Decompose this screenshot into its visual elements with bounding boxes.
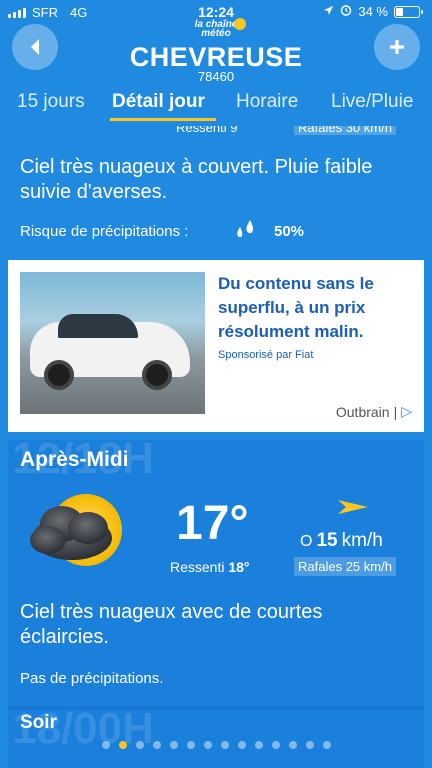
afternoon-card: 12/18H Après-Midi 17° Ressenti 18° O 15 … — [8, 434, 424, 710]
page-dot[interactable] — [220, 741, 229, 749]
page-dot[interactable] — [135, 741, 144, 749]
status-right: 34 % — [323, 4, 423, 19]
afternoon-ressenti: Ressenti 18° — [170, 559, 250, 575]
scroll-content[interactable]: Ressenti 9 Rafales 30 km/h Ciel très nua… — [8, 126, 424, 768]
morning-description: Ciel très nuageux à couvert. Pluie faibl… — [20, 156, 373, 203]
page-dot[interactable] — [118, 741, 127, 749]
tab-bar: 15 jours Détail jour Horaire Live/Pluie — [0, 88, 432, 122]
tab-live-pluie[interactable]: Live/Pluie — [331, 91, 413, 113]
ressenti-value: 18° — [228, 559, 250, 575]
morning-cut-row: Ressenti 9 Rafales 30 km/h — [8, 126, 424, 138]
cloudy-sun-icon — [30, 494, 122, 566]
precip-label: Risque de précipitations : — [20, 223, 189, 240]
evening-card: 18/00H Soir — [8, 704, 424, 768]
postcode: 78460 — [197, 69, 235, 84]
wind-direction-arrow-icon — [338, 500, 368, 514]
page-dot[interactable] — [152, 741, 161, 749]
active-tab-indicator — [110, 118, 216, 121]
afternoon-temperature: 17° — [176, 497, 249, 550]
page-indicator[interactable] — [0, 741, 432, 751]
afternoon-rafales: Rafales 25 km/h — [294, 557, 396, 576]
morning-rafales: Rafales 30 km/h — [294, 126, 396, 135]
wind-speed: 15 — [316, 530, 338, 551]
add-city-button[interactable] — [374, 24, 420, 70]
evening-title: Soir — [20, 712, 57, 733]
afternoon-description: Ciel très nuageux avec de courtes éclair… — [20, 601, 323, 648]
sponsored-ad[interactable]: Du contenu sans le superflu, à un prix r… — [8, 260, 424, 432]
page-dot[interactable] — [271, 741, 280, 749]
rain-drops-icon — [234, 219, 258, 245]
tab-15-jours[interactable]: 15 jours — [17, 91, 85, 113]
ad-headline[interactable]: Du contenu sans le superflu, à un prix r… — [218, 272, 414, 344]
afternoon-title: Après-Midi — [20, 448, 129, 471]
wind-direction: O — [300, 533, 313, 550]
adchoices-icon[interactable]: ▷ — [401, 403, 412, 420]
location-icon — [323, 4, 334, 19]
logo-sun-icon — [234, 18, 246, 30]
plus-icon — [390, 40, 404, 54]
ressenti-label: Ressenti — [170, 559, 225, 575]
page-dot[interactable] — [169, 741, 178, 749]
tab-detail-jour[interactable]: Détail jour — [112, 91, 205, 113]
battery-percent: 34 % — [358, 4, 388, 19]
page-dot[interactable] — [322, 741, 331, 749]
tab-horaire[interactable]: Horaire — [236, 91, 298, 113]
page-dot[interactable] — [254, 741, 263, 749]
morning-ressenti: Ressenti 9 — [176, 126, 238, 135]
logo-text: la chaîne météo — [194, 19, 238, 39]
afternoon-wind: O 15 km/h — [300, 530, 383, 552]
battery-icon — [394, 5, 423, 18]
page-dot[interactable] — [203, 741, 212, 749]
page-dot[interactable] — [288, 741, 297, 749]
ad-sponsor: Sponsorisé par Fiat — [218, 349, 314, 361]
alarm-icon — [340, 4, 352, 19]
page-dot[interactable] — [101, 741, 110, 749]
page-dot[interactable] — [305, 741, 314, 749]
afternoon-precip: Pas de précipitations. — [20, 670, 164, 687]
outbrain-logo: Outbrain — [335, 403, 390, 420]
wind-unit: km/h — [341, 530, 383, 551]
page-dot[interactable] — [186, 741, 195, 749]
morning-precip-row: Risque de précipitations : 50% — [20, 220, 415, 240]
ad-image[interactable] — [20, 272, 205, 414]
ad-network[interactable]: Outbrain | ▷ — [336, 403, 412, 420]
app-logo: la chaîne météo — [186, 18, 246, 40]
page-dot[interactable] — [237, 741, 246, 749]
precip-value: 50% — [274, 223, 305, 240]
